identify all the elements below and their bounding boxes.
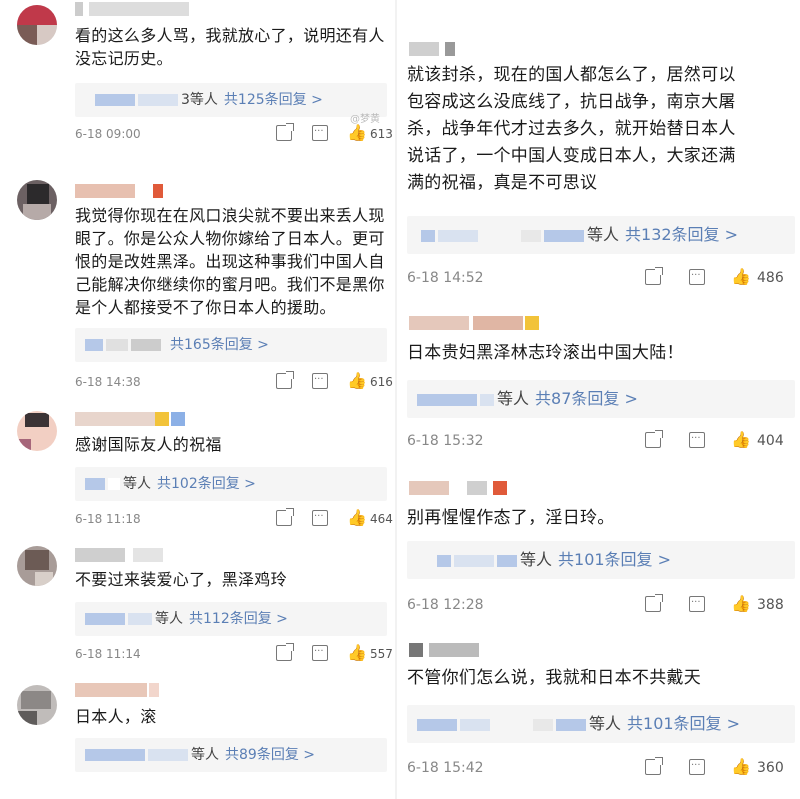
timestamp: 6-18 11:18 xyxy=(75,512,141,526)
comment-text: 感谢国际友人的祝福 xyxy=(75,435,222,454)
like-icon[interactable]: 👍 xyxy=(347,510,367,526)
like-count: 464 xyxy=(370,512,393,526)
username-blurred[interactable] xyxy=(75,184,175,200)
comment-icon[interactable] xyxy=(312,122,328,142)
like-count: 613 xyxy=(370,127,393,141)
comment-meta: 6-18 11:18 👍 464 xyxy=(75,507,393,529)
avatar[interactable] xyxy=(17,180,57,220)
username-blurred[interactable] xyxy=(75,683,175,699)
replies-box[interactable]: 等人 共89条回复 > xyxy=(75,738,387,772)
comment-icon[interactable] xyxy=(312,370,328,390)
avatar[interactable] xyxy=(17,546,57,586)
left-comment-column: 看的这么多人骂，我就放心了，说明还有人 没忘记历史。 3等人 共125条回复 > 6… xyxy=(0,0,395,799)
comment-text: 看的这么多人骂，我就放心了，说明还有人 没忘记历史。 xyxy=(75,26,385,68)
comment-meta: 6-18 11:14 👍 557 xyxy=(75,642,393,664)
comment-item: 不要过来装爱心了，黑泽鸡玲 等人共112条回复 > 6-18 11:14 👍 5… xyxy=(0,540,395,670)
replies-box[interactable]: 等人 共132条回复 > xyxy=(407,216,795,254)
share-icon[interactable] xyxy=(276,508,294,526)
comment-text: 就该封杀，现在的国人都怎么了，居然可以 包容成这么没底线了，抗日战争，南京大屠 杀，… xyxy=(407,65,736,193)
username-blurred[interactable] xyxy=(409,643,509,659)
comment-item: 感谢国际友人的祝福 等人共102条回复 > 6-18 11:18 👍 464 xyxy=(0,405,395,535)
comment-icon[interactable] xyxy=(689,593,705,613)
comment-text: 日本人，滚 xyxy=(75,707,157,726)
replies-box[interactable]: 等人 共102条回复 > xyxy=(75,467,387,501)
like-count: 360 xyxy=(757,760,784,776)
username-blurred[interactable] xyxy=(75,412,195,428)
username-blurred[interactable] xyxy=(409,316,549,332)
timestamp: 6-18 09:00 xyxy=(75,127,141,141)
comment-icon[interactable] xyxy=(312,507,328,527)
username-blurred[interactable] xyxy=(409,481,529,497)
comment-item: 别再惺惺作态了，淫日玲。 等人共101条回复 > 6-18 12:28 👍 38… xyxy=(397,475,800,625)
timestamp: 6-18 14:38 xyxy=(75,375,141,389)
comment-text: 日本贵妇黑泽林志玲滚出中国大陆！ xyxy=(407,343,684,363)
replies-box[interactable]: 共165条回复 > xyxy=(75,328,387,362)
replies-box[interactable]: 等人 共112条回复 > xyxy=(75,602,387,636)
like-icon[interactable]: 👍 xyxy=(347,125,367,141)
timestamp: 6-18 11:14 xyxy=(75,647,141,661)
comment-icon[interactable] xyxy=(689,266,705,286)
comment-icon[interactable] xyxy=(312,642,328,662)
like-icon[interactable]: 👍 xyxy=(347,373,367,389)
share-icon[interactable] xyxy=(276,371,294,389)
comment-item: 看的这么多人骂，我就放心了，说明还有人 没忘记历史。 3等人 共125条回复 > 6… xyxy=(0,0,395,150)
comment-item: 日本人，滚 等人 共89条回复 > xyxy=(0,675,395,799)
comment-meta: 6-18 14:38 👍 616 xyxy=(75,370,393,392)
timestamp: 6-18 12:28 xyxy=(407,597,484,613)
like-icon[interactable]: 👍 xyxy=(347,645,367,661)
like-icon[interactable]: 👍 xyxy=(731,759,751,775)
comment-meta: 6-18 14:52 👍 486 xyxy=(407,266,797,288)
replies-box[interactable]: 3等人 共125条回复 > xyxy=(75,83,387,117)
share-icon[interactable] xyxy=(645,594,663,612)
comment-meta: 6-18 09:00 👍 613 xyxy=(75,122,393,144)
comment-meta: 6-18 12:28 👍 388 xyxy=(407,593,797,615)
comment-text: 不管你们怎么说，我就和日本不共戴天 xyxy=(407,668,702,688)
avatar[interactable] xyxy=(17,411,57,451)
share-icon[interactable] xyxy=(645,757,663,775)
like-icon[interactable]: 👍 xyxy=(731,269,751,285)
share-icon[interactable] xyxy=(645,267,663,285)
like-count: 616 xyxy=(370,375,393,389)
share-icon[interactable] xyxy=(645,430,663,448)
like-count: 404 xyxy=(757,433,784,449)
comment-item: 日本贵妇黑泽林志玲滚出中国大陆！ 等人共87条回复 > 6-18 15:32 👍… xyxy=(397,310,800,460)
timestamp: 6-18 14:52 xyxy=(407,270,484,286)
watermark: @梦黄 xyxy=(350,114,380,125)
like-count: 486 xyxy=(757,270,784,286)
username-blurred[interactable] xyxy=(75,2,195,18)
comment-text: 我觉得你现在在风口浪尖就不要出来丢人现 眼了。你是公众人物你嫁给了日本人。更可 恨的… xyxy=(75,206,385,317)
comment-text: 别再惺惺作态了，淫日玲。 xyxy=(407,508,615,528)
share-icon[interactable] xyxy=(276,123,294,141)
comment-item: 不管你们怎么说，我就和日本不共戴天 等人 共101条回复 > 6-18 15:42… xyxy=(397,635,800,799)
comment-meta: 6-18 15:32 👍 404 xyxy=(407,429,797,451)
comment-meta: 6-18 15:42 👍 360 xyxy=(407,756,797,778)
comment-item: 就该封杀，现在的国人都怎么了，居然可以 包容成这么没底线了，抗日战争，南京大屠 杀，… xyxy=(397,0,800,300)
comment-text: 不要过来装爱心了，黑泽鸡玲 xyxy=(75,570,287,589)
right-comment-column: 就该封杀，现在的国人都怎么了，居然可以 包容成这么没底线了，抗日战争，南京大屠 杀，… xyxy=(397,0,800,799)
comment-item: 我觉得你现在在风口浪尖就不要出来丢人现 眼了。你是公众人物你嫁给了日本人。更可 恨的… xyxy=(0,170,395,400)
username-blurred[interactable] xyxy=(75,548,185,564)
avatar[interactable] xyxy=(17,685,57,725)
comment-icon[interactable] xyxy=(689,429,705,449)
like-count: 557 xyxy=(370,647,393,661)
like-icon[interactable]: 👍 xyxy=(731,596,751,612)
replies-box[interactable]: 等人 共101条回复 > xyxy=(407,541,795,579)
replies-box[interactable]: 等人 共87条回复 > xyxy=(407,380,795,418)
share-icon[interactable] xyxy=(276,643,294,661)
replies-box[interactable]: 等人 共101条回复 > xyxy=(407,705,795,743)
like-icon[interactable]: 👍 xyxy=(731,432,751,448)
comment-icon[interactable] xyxy=(689,756,705,776)
timestamp: 6-18 15:42 xyxy=(407,760,484,776)
like-count: 388 xyxy=(757,597,784,613)
username-blurred[interactable] xyxy=(409,42,469,58)
timestamp: 6-18 15:32 xyxy=(407,433,484,449)
avatar[interactable] xyxy=(17,5,57,45)
